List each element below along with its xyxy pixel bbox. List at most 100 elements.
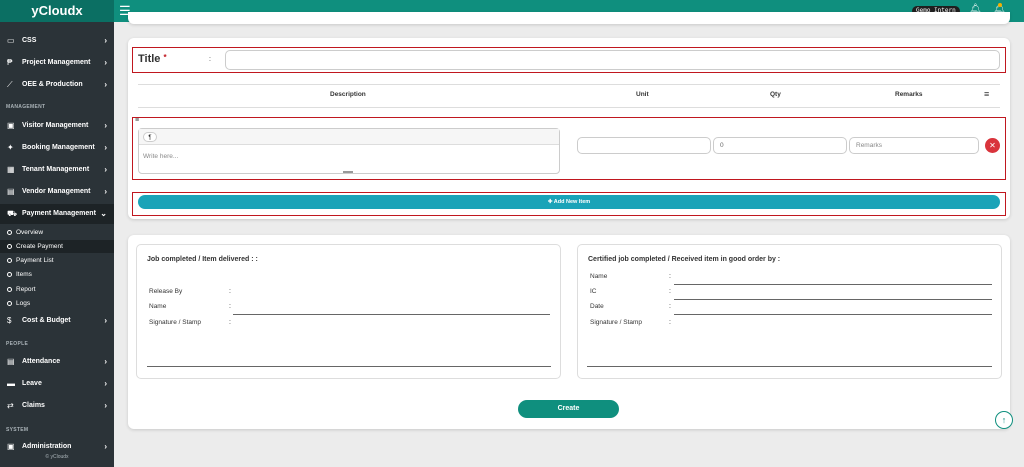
- cert-signature-colon: :: [669, 319, 671, 326]
- section-system: SYSTEM: [6, 427, 29, 433]
- section-management: MANAGEMENT: [6, 104, 46, 110]
- qty-input[interactable]: 0: [713, 137, 847, 154]
- chevron-right-icon: ›: [104, 401, 107, 410]
- sidebar-footer: © yCloudx: [45, 454, 69, 460]
- unit-input[interactable]: [577, 137, 711, 154]
- sidebar-item-project-management[interactable]: ₱ Project Management ›: [0, 53, 114, 73]
- delivered-heading: Job completed / Item delivered : :: [147, 256, 258, 263]
- release-by-colon: :: [229, 288, 231, 295]
- title-input[interactable]: [225, 50, 1000, 70]
- title-label: Title *: [138, 53, 167, 65]
- name-label: Name: [149, 303, 167, 310]
- chevron-right-icon: ›: [104, 121, 107, 130]
- sidebar-item-visitor-management[interactable]: ▣ Visitor Management ›: [0, 116, 114, 136]
- cart-icon: ⛟: [7, 209, 18, 218]
- circle-icon: [7, 272, 12, 277]
- sidebar-item-attendance[interactable]: ▤ Attendance ›: [0, 352, 114, 372]
- subitem-report[interactable]: Report: [0, 283, 114, 296]
- circle-icon: [7, 258, 12, 263]
- date-colon: :: [669, 303, 671, 310]
- sidebar-item-cost-budget[interactable]: $ Cost & Budget ›: [0, 311, 114, 331]
- signature-stamp-label: Signature / Stamp: [149, 319, 202, 326]
- subitem-overview[interactable]: Overview: [0, 226, 114, 239]
- paragraph-icon[interactable]: ¶: [143, 132, 157, 142]
- monitor-icon: ▭: [7, 36, 15, 45]
- sidebar: ▭ CSS › ₱ Project Management › ⟋ OEE & Produc…: [0, 22, 114, 467]
- sidebar-item-oee-production[interactable]: ⟋ OEE & Production ›: [0, 75, 114, 95]
- col-description: Description: [330, 91, 366, 98]
- subitem-payment-list[interactable]: Payment List: [0, 254, 114, 267]
- signature-colon: :: [229, 319, 231, 326]
- title-colon: :: [209, 56, 211, 63]
- circle-icon: [7, 230, 12, 235]
- building-icon: ▦: [7, 165, 15, 174]
- chevron-right-icon: ›: [104, 143, 107, 152]
- pin-icon: ✦: [7, 143, 14, 152]
- ic-line: [674, 299, 992, 300]
- col-unit: Unit: [636, 91, 649, 98]
- circle-icon: [7, 244, 12, 249]
- sidebar-item-booking-management[interactable]: ✦ Booking Management ›: [0, 138, 114, 158]
- sidebar-item-tenant-management[interactable]: ▦ Tenant Management ›: [0, 160, 114, 180]
- table-header-divider: [138, 107, 1000, 108]
- subitem-logs[interactable]: Logs: [0, 297, 114, 310]
- sidebar-item-vendor-management[interactable]: ▤ Vendor Management ›: [0, 182, 114, 202]
- section-people: PEOPLE: [6, 341, 29, 347]
- date-line: [674, 314, 992, 315]
- exchange-icon: ⇄: [7, 401, 14, 410]
- alert-dot: [998, 3, 1002, 7]
- ic-label: IC: [590, 288, 597, 295]
- vendor-card-icon: ▤: [7, 187, 15, 196]
- cert-signature-label: Signature / Stamp: [590, 319, 643, 326]
- chevron-down-icon: ⌄: [100, 209, 107, 218]
- certified-heading: Certified job completed / Received item …: [588, 256, 781, 263]
- cert-signature-line: [587, 366, 992, 367]
- col-qty: Qty: [770, 91, 781, 98]
- circle-icon: [7, 301, 12, 306]
- chevron-right-icon: ›: [104, 187, 107, 196]
- peso-icon: ₱: [7, 58, 13, 67]
- scroll-to-top-icon[interactable]: ↑: [995, 411, 1013, 429]
- add-new-item-button[interactable]: ✚ Add New Item: [138, 195, 1000, 209]
- subitem-create-payment[interactable]: Create Payment: [0, 240, 114, 253]
- table-top-divider: [138, 84, 1000, 85]
- delivered-box: [136, 244, 561, 379]
- sidebar-item-css[interactable]: ▭ CSS ›: [0, 31, 114, 51]
- previous-card-edge: [128, 12, 1010, 24]
- cert-name-line: [674, 284, 992, 285]
- sidebar-item-leave[interactable]: ▬ Leave ›: [0, 374, 114, 394]
- briefcase-icon: ▬: [7, 379, 15, 388]
- chevron-right-icon: ›: [104, 36, 107, 45]
- col-remarks: Remarks: [895, 91, 923, 98]
- chevron-right-icon: ›: [104, 165, 107, 174]
- sidebar-item-claims[interactable]: ⇄ Claims ›: [0, 396, 114, 416]
- chevron-right-icon: ›: [104, 357, 107, 366]
- calendar-icon: ▤: [7, 357, 15, 366]
- row-drag-handle-icon[interactable]: ≡: [135, 117, 139, 124]
- id-card-icon: ▣: [7, 121, 15, 130]
- cert-name-label: Name: [590, 273, 608, 280]
- dollar-icon: $: [7, 316, 12, 325]
- chart-line-icon: ⟋: [7, 80, 13, 89]
- remove-row-button[interactable]: ✕: [985, 138, 1000, 153]
- create-button[interactable]: Create: [518, 400, 619, 418]
- columns-menu-icon[interactable]: ≡: [984, 89, 989, 99]
- required-asterisk: *: [163, 53, 167, 62]
- resize-grip[interactable]: [343, 171, 353, 173]
- chevron-right-icon: ›: [104, 80, 107, 89]
- name-line: [233, 314, 550, 315]
- description-editor[interactable]: ¶ Write here...: [138, 128, 560, 174]
- ic-colon: :: [669, 288, 671, 295]
- signature-line: [147, 366, 551, 367]
- chevron-right-icon: ›: [104, 316, 107, 325]
- chevron-right-icon: ›: [104, 379, 107, 388]
- subitem-items[interactable]: Items: [0, 268, 114, 281]
- circle-icon: [7, 287, 12, 292]
- remarks-input[interactable]: Remarks: [849, 137, 979, 154]
- brand-logo[interactable]: yCloudx: [0, 0, 114, 22]
- editor-toolbar: [139, 129, 559, 145]
- release-by-label: Release By: [149, 288, 183, 295]
- sidebar-item-payment-management[interactable]: ⛟ Payment Management ⌄: [0, 204, 114, 224]
- certified-box: [577, 244, 1002, 379]
- editor-placeholder: Write here...: [143, 153, 179, 160]
